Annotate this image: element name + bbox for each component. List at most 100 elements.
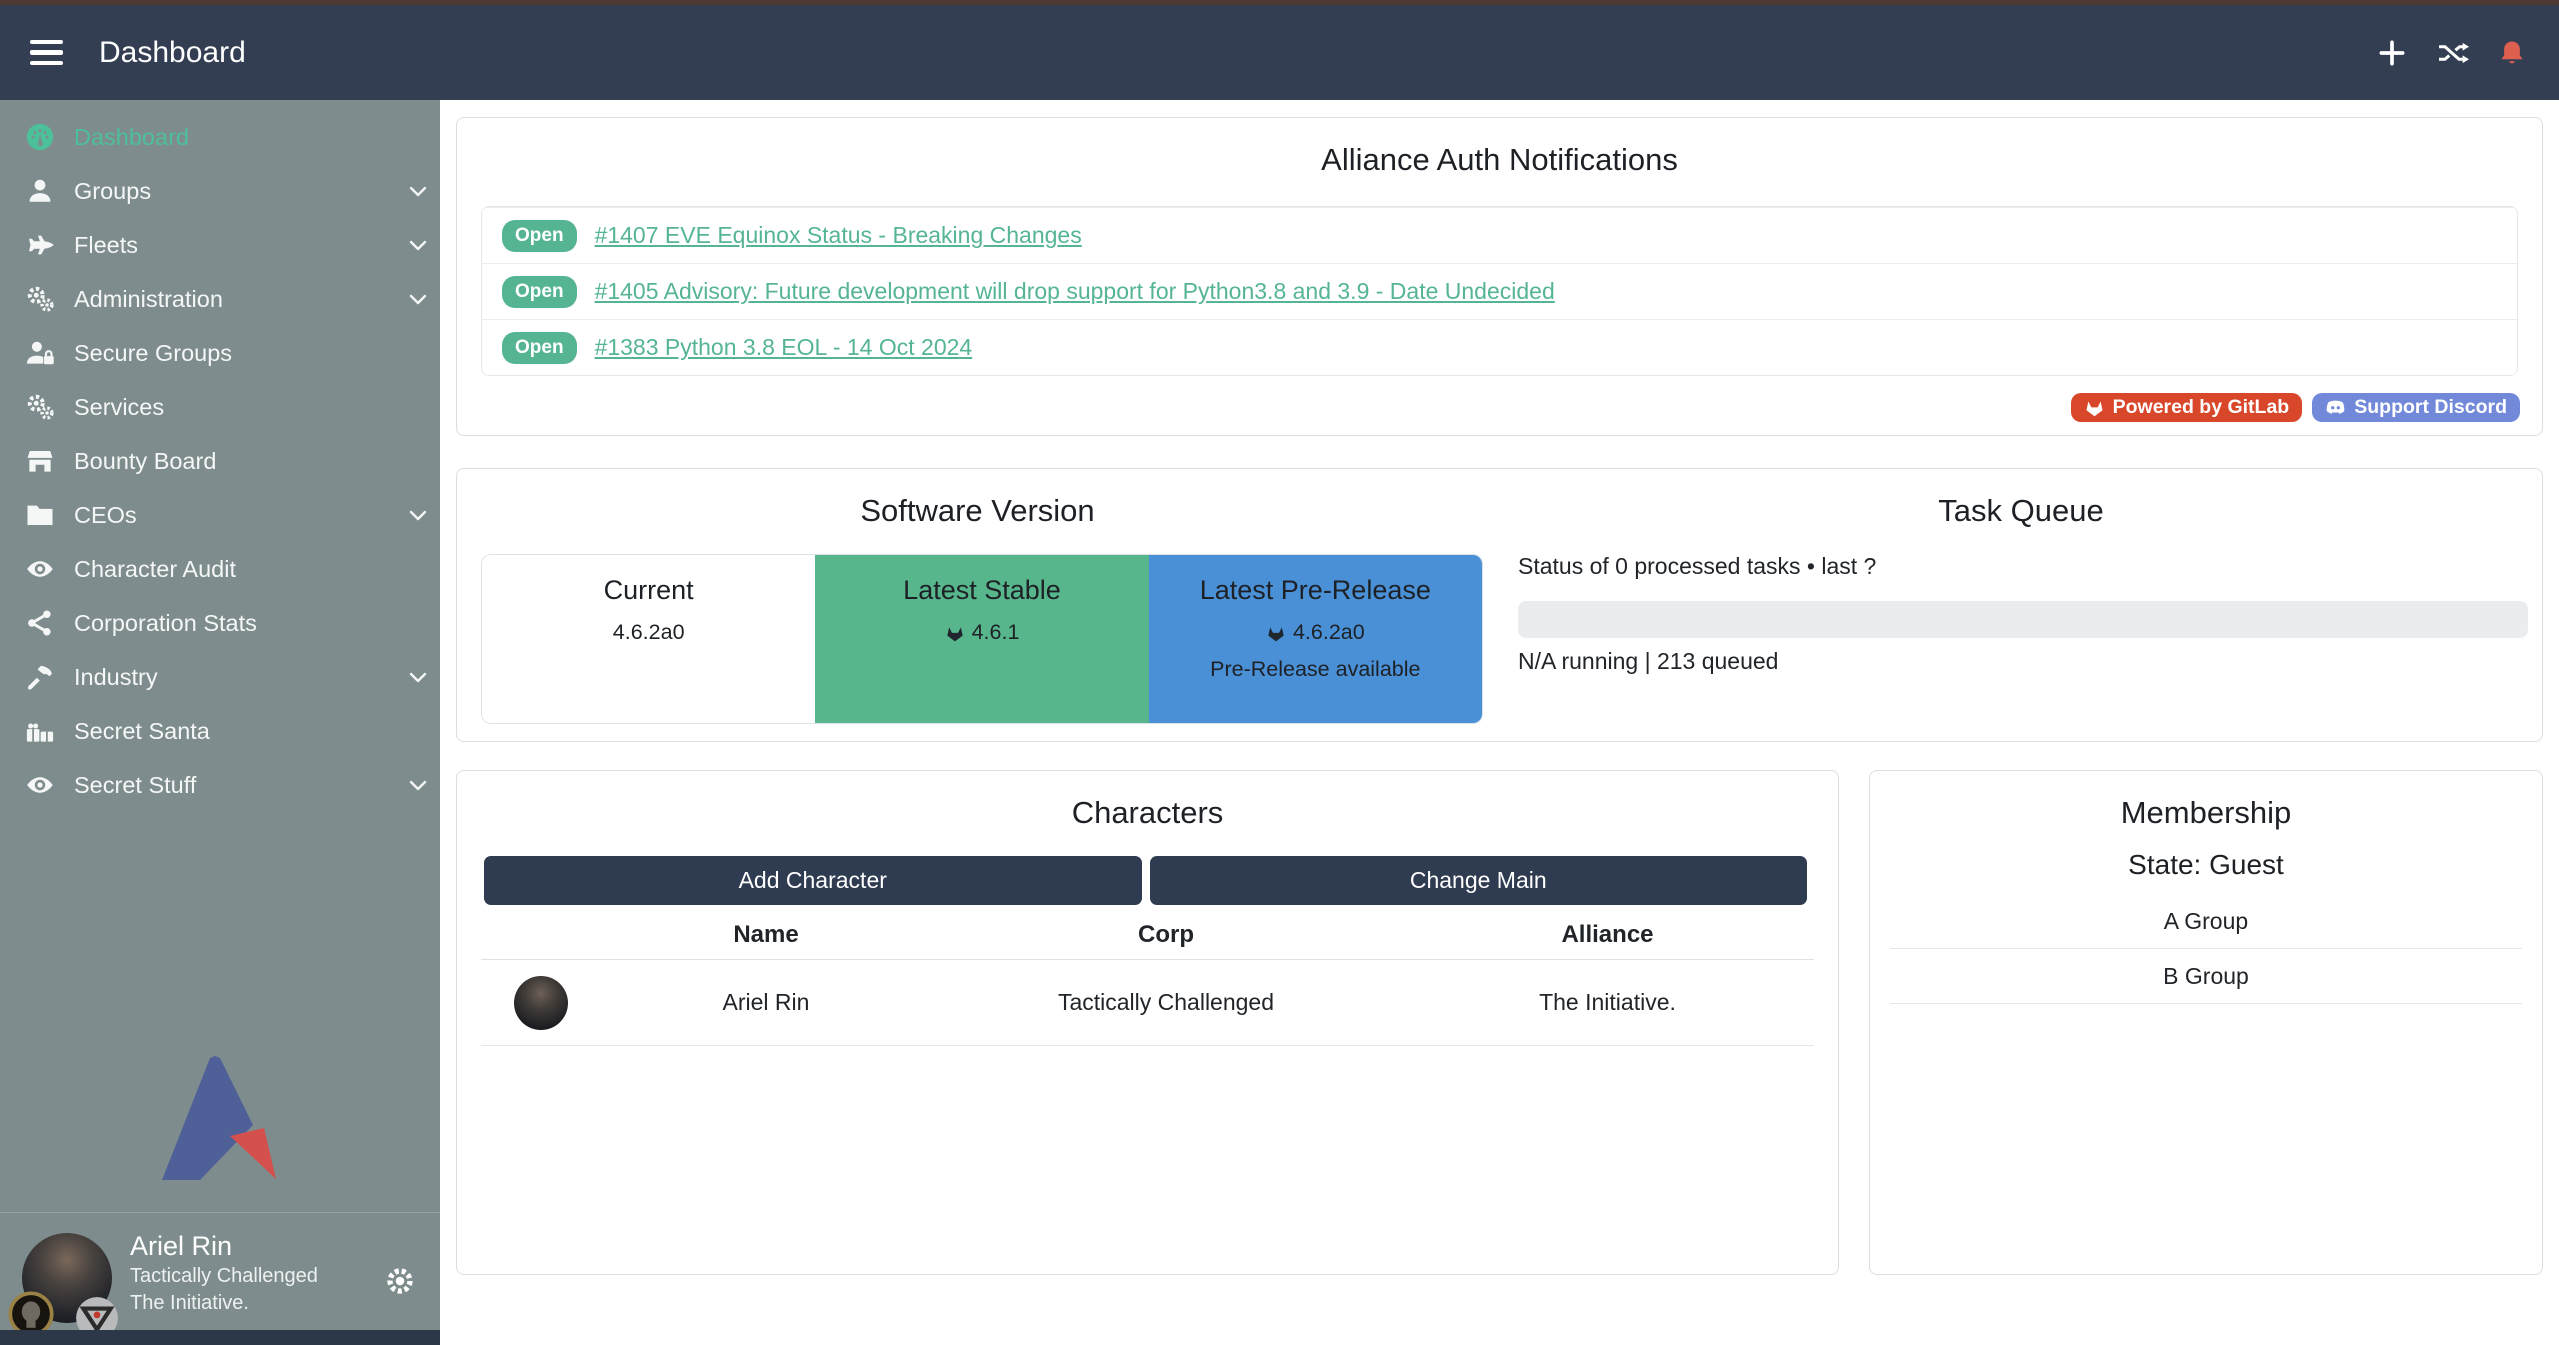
character-corp: Tactically Challenged: [931, 989, 1401, 1016]
col-name: Name: [601, 921, 931, 949]
sidebar-item[interactable]: Secret Stuff: [0, 758, 440, 812]
gifts-icon: [24, 715, 56, 747]
hamburger-menu-icon[interactable]: [30, 40, 63, 66]
chevron-down-icon: [406, 503, 430, 527]
version-box-header: Latest Pre-Release: [1149, 575, 1482, 606]
hammer-icon: [24, 661, 56, 693]
plus-icon[interactable]: [2375, 36, 2409, 70]
sidebar-item[interactable]: Groups: [0, 164, 440, 218]
membership-state: State: Guest: [1870, 849, 2542, 881]
character-row[interactable]: Ariel Rin Tactically Challenged The Init…: [481, 960, 1814, 1046]
footer-badges: Powered by GitLab Support Discord: [2071, 393, 2520, 422]
software-version-section: Software Version Current 4.6.2a0 Latest …: [457, 469, 1498, 741]
version-strip: Current 4.6.2a0 Latest Stable 4.6.1: [481, 554, 1483, 724]
user-settings-gear-icon[interactable]: [384, 1265, 416, 1297]
characters-table: Name Corp Alliance Ariel Rin Tactically …: [481, 911, 1814, 1046]
version-box: Latest Pre-Release 4.6.2a0 Pre-Release a…: [1149, 555, 1482, 723]
powered-by-gitlab-badge[interactable]: Powered by GitLab: [2071, 393, 2303, 422]
version-box-header: Current: [482, 575, 815, 606]
status-badge: Open: [502, 332, 577, 364]
page-title: Dashboard: [99, 36, 246, 70]
version-box: Latest Stable 4.6.1: [815, 555, 1148, 723]
gears-icon: [24, 283, 56, 315]
chevron-down-icon: [406, 233, 430, 257]
sidebar-item-label: Bounty Board: [74, 448, 216, 475]
jet-icon: [24, 229, 56, 261]
sidebar-item[interactable]: Administration: [0, 272, 440, 326]
notifications-list: Open #1407 EVE Equinox Status - Breaking…: [481, 206, 2518, 376]
app-window: Dashboard Dashboard: [0, 0, 2559, 1345]
sidebar-item[interactable]: CEOs: [0, 488, 440, 542]
software-version-title: Software Version: [457, 493, 1498, 529]
sidebar-item[interactable]: Corporation Stats: [0, 596, 440, 650]
sidebar-item-label: Secret Santa: [74, 718, 210, 745]
discord-icon: [2325, 397, 2346, 418]
eye-icon: [24, 553, 56, 585]
alliance-auth-logo: [158, 1052, 280, 1189]
gitlab-icon: [2084, 397, 2105, 418]
sidebar-item-label: Fleets: [74, 232, 138, 259]
sidebar-item-label: Groups: [74, 178, 151, 205]
notification-link[interactable]: #1405 Advisory: Future development will …: [595, 278, 1555, 305]
top-navbar: Dashboard: [0, 5, 2559, 100]
status-badge: Open: [502, 220, 577, 252]
chevron-down-icon: [406, 665, 430, 689]
user-icon: [24, 175, 56, 207]
sidebar-item-label: Services: [74, 394, 164, 421]
version-box-header: Latest Stable: [815, 575, 1148, 606]
user-alliance: The Initiative.: [130, 1290, 318, 1317]
task-queue-section: Task Queue Status of 0 processed tasks •…: [1498, 469, 2544, 741]
sidebar-item[interactable]: Character Audit: [0, 542, 440, 596]
membership-title: Membership: [1870, 795, 2542, 831]
version-note: Pre-Release available: [1149, 657, 1482, 682]
chevron-down-icon: [406, 287, 430, 311]
sidebar-item-label: Dashboard: [74, 124, 189, 151]
membership-card: Membership State: Guest A Group B Group: [1869, 770, 2543, 1275]
user-name: Ariel Rin: [130, 1229, 318, 1263]
sidebar-item-label: Administration: [74, 286, 223, 313]
gitlab-icon: [1266, 623, 1286, 643]
sidebar-menu: Dashboard Groups: [0, 100, 440, 812]
sidebar-item[interactable]: Services: [0, 380, 440, 434]
status-badge: Open: [502, 276, 577, 308]
sidebar-item[interactable]: Fleets: [0, 218, 440, 272]
version-box: Current 4.6.2a0: [482, 555, 815, 723]
gauge-icon: [24, 121, 56, 153]
notification-row: Open #1383 Python 3.8 EOL - 14 Oct 2024: [482, 319, 2517, 375]
sidebar-item-label: CEOs: [74, 502, 137, 529]
sidebar-item[interactable]: Bounty Board: [0, 434, 440, 488]
add-character-button[interactable]: Add Character: [484, 856, 1142, 905]
sidebar-item[interactable]: Industry: [0, 650, 440, 704]
support-discord-badge[interactable]: Support Discord: [2312, 393, 2520, 422]
characters-title: Characters: [457, 795, 1838, 831]
sidebar-item-label: Secure Groups: [74, 340, 232, 367]
sidebar-item[interactable]: Secure Groups: [0, 326, 440, 380]
user-lock-icon: [24, 337, 56, 369]
chevron-down-icon: [406, 179, 430, 203]
characters-card: Characters Add Character Change Main Nam…: [456, 770, 1839, 1275]
sidebar-item[interactable]: Dashboard: [0, 110, 440, 164]
sidebar-footer-strip: [0, 1330, 440, 1345]
notification-row: Open #1405 Advisory: Future development …: [482, 263, 2517, 319]
navbar-actions: [2375, 5, 2527, 100]
notifications-title: Alliance Auth Notifications: [457, 142, 2542, 178]
notification-link[interactable]: #1383 Python 3.8 EOL - 14 Oct 2024: [595, 334, 973, 361]
notification-link[interactable]: #1407 EVE Equinox Status - Breaking Chan…: [595, 222, 1082, 249]
character-portrait: [514, 976, 568, 1030]
sidebar-user-panel[interactable]: Ariel Rin Tactically Challenged The Init…: [0, 1212, 440, 1331]
sidebar-item-label: Corporation Stats: [74, 610, 257, 637]
sidebar-item-label: Character Audit: [74, 556, 236, 583]
shuffle-icon[interactable]: [2437, 37, 2469, 69]
user-corp: Tactically Challenged: [130, 1263, 318, 1290]
version-value: 4.6.2a0: [613, 620, 685, 645]
task-queue-title: Task Queue: [1498, 493, 2544, 529]
version-value: 4.6.2a0: [1293, 620, 1365, 645]
gitlab-icon: [945, 623, 965, 643]
task-queue-counts: N/A running | 213 queued: [1518, 648, 1778, 675]
change-main-button[interactable]: Change Main: [1150, 856, 1808, 905]
sidebar-item-label: Industry: [74, 664, 158, 691]
sidebar-item[interactable]: Secret Santa: [0, 704, 440, 758]
notifications-card: Alliance Auth Notifications Open #1407 E…: [456, 117, 2543, 436]
eye-icon: [24, 769, 56, 801]
bell-icon[interactable]: [2497, 38, 2527, 68]
